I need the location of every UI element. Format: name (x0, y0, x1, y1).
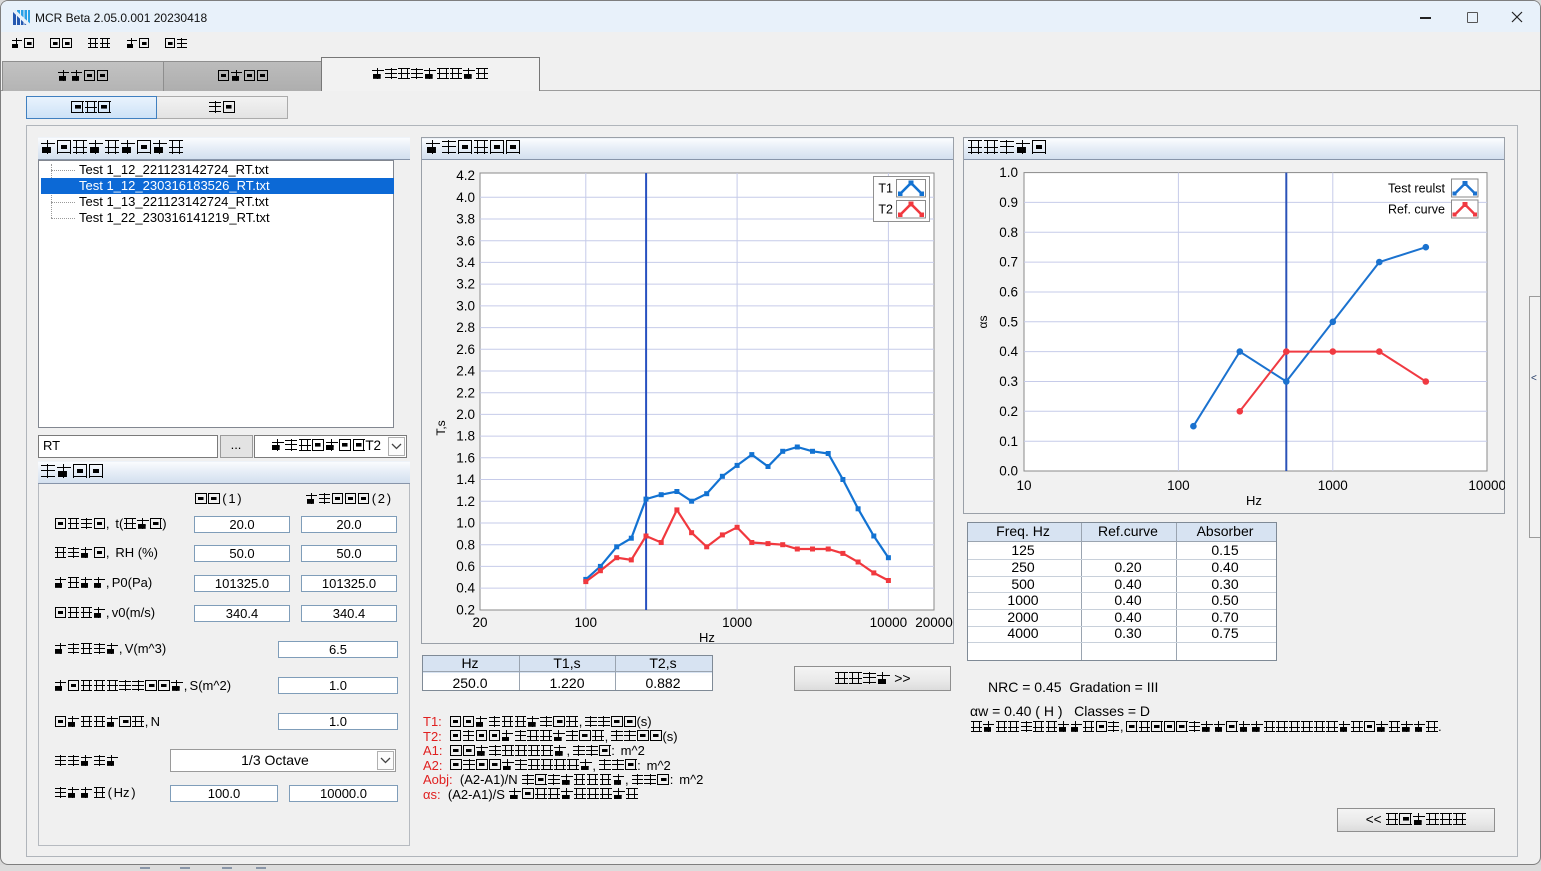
svg-text:1.0: 1.0 (999, 165, 1018, 180)
svg-text:1.0: 1.0 (456, 516, 475, 531)
svg-text:0.8: 0.8 (456, 537, 475, 552)
svg-text:0.2: 0.2 (999, 404, 1018, 419)
svg-text:0.6: 0.6 (456, 559, 475, 574)
svg-text:0.4: 0.4 (456, 581, 475, 596)
svg-text:3.2: 3.2 (456, 277, 475, 292)
svg-text:100: 100 (1167, 478, 1190, 493)
svg-text:0.0: 0.0 (999, 464, 1018, 479)
svg-text:0.8: 0.8 (999, 225, 1018, 240)
svg-text:2.8: 2.8 (456, 320, 475, 335)
svg-text:3.0: 3.0 (456, 299, 475, 314)
svg-text:4.0: 4.0 (456, 190, 475, 205)
svg-text:Ref. curve: Ref. curve (1388, 203, 1445, 217)
svg-text:10000: 10000 (870, 615, 908, 630)
svg-text:2.6: 2.6 (456, 342, 475, 357)
svg-text:4.2: 4.2 (456, 168, 475, 183)
svg-text:2.2: 2.2 (456, 385, 475, 400)
svg-text:1.6: 1.6 (456, 450, 475, 465)
svg-text:3.8: 3.8 (456, 212, 475, 227)
svg-text:100: 100 (575, 615, 598, 630)
svg-text:1.8: 1.8 (456, 429, 475, 444)
svg-text:2.0: 2.0 (456, 407, 475, 422)
svg-text:1000: 1000 (722, 615, 752, 630)
svg-text:10: 10 (1016, 478, 1031, 493)
svg-text:3.6: 3.6 (456, 233, 475, 248)
svg-text:T,s: T,s (434, 420, 448, 435)
svg-text:T2: T2 (878, 203, 893, 217)
svg-text:3.4: 3.4 (456, 255, 475, 270)
svg-text:0.4: 0.4 (999, 344, 1018, 359)
svg-text:20: 20 (472, 615, 487, 630)
svg-text:Test reulst: Test reulst (1388, 182, 1445, 196)
svg-text:1000: 1000 (1318, 478, 1348, 493)
svg-text:0.1: 0.1 (999, 434, 1018, 449)
svg-text:Hz: Hz (1246, 493, 1262, 508)
svg-text:0.5: 0.5 (999, 314, 1018, 329)
svg-text:10000: 10000 (1468, 478, 1505, 493)
svg-text:0.3: 0.3 (999, 374, 1018, 389)
svg-text:2.4: 2.4 (456, 364, 475, 379)
svg-text:Hz: Hz (699, 630, 715, 644)
svg-text:0.7: 0.7 (999, 255, 1018, 270)
svg-text:0.6: 0.6 (999, 285, 1018, 300)
svg-text:αs: αs (976, 316, 990, 329)
svg-text:20000: 20000 (915, 615, 953, 630)
svg-text:1.4: 1.4 (456, 472, 475, 487)
svg-text:1.2: 1.2 (456, 494, 475, 509)
svg-text:0.9: 0.9 (999, 195, 1018, 210)
svg-text:T1: T1 (878, 182, 893, 196)
